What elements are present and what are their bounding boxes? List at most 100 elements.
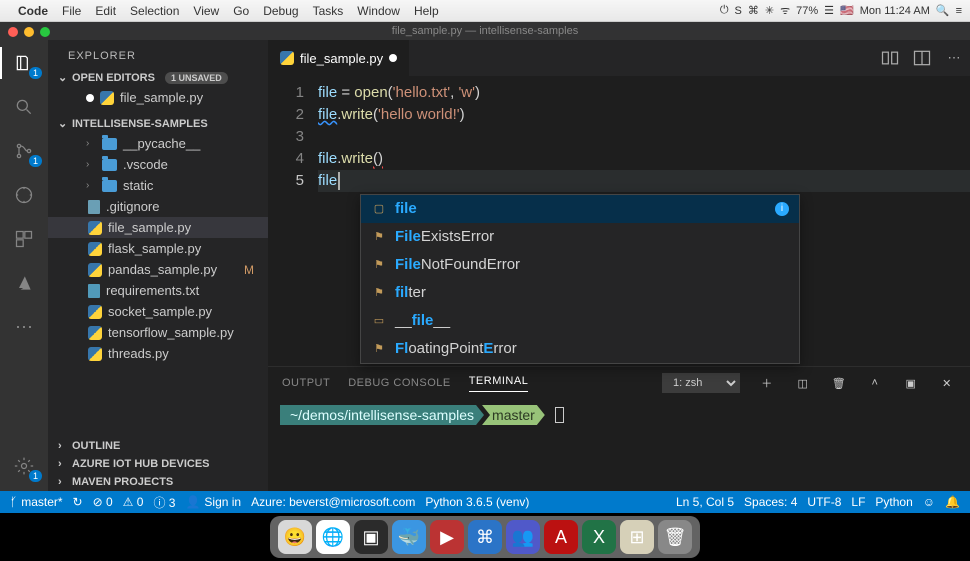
file-item[interactable]: tensorflow_sample.py [48, 322, 268, 343]
suggest-item[interactable]: ⚑FloatingPointError [361, 335, 799, 363]
menu-window[interactable]: Window [357, 4, 400, 18]
menubar-status-6[interactable]: ☰ [824, 4, 834, 17]
menubar-battery[interactable]: 77% [796, 5, 818, 17]
folder-item[interactable]: ›static [48, 175, 268, 196]
compare-changes-icon[interactable] [874, 40, 906, 76]
file-item[interactable]: requirements.txt [48, 280, 268, 301]
suggest-item[interactable]: ⚑FileNotFoundError [361, 251, 799, 279]
file-item[interactable]: .gitignore [48, 196, 268, 217]
menu-tasks[interactable]: Tasks [313, 4, 344, 18]
close-panel-button[interactable]: ✕ [938, 377, 956, 390]
suggest-item[interactable]: ⚑FileExistsError [361, 223, 799, 251]
app-menu[interactable]: Code [18, 4, 48, 18]
dock-app-icon[interactable]: 👥 [506, 520, 540, 554]
zoom-window-button[interactable] [40, 27, 50, 37]
status-feedback-icon[interactable]: ☺ [923, 495, 935, 509]
menu-view[interactable]: View [193, 4, 219, 18]
maven-section[interactable]: ›MAVEN PROJECTS [48, 473, 268, 491]
menubar-wifi-icon[interactable]: ᯤ [780, 3, 790, 18]
dock-app-icon[interactable]: ⌘ [468, 520, 502, 554]
menu-file[interactable]: File [62, 4, 81, 18]
editor-body[interactable]: 12345 file = open('hello.txt', 'w')file.… [268, 76, 970, 366]
activity-search[interactable] [11, 94, 37, 120]
editor-tab[interactable]: file_sample.py [268, 40, 410, 76]
menu-go[interactable]: Go [233, 4, 249, 18]
menu-debug[interactable]: Debug [263, 4, 298, 18]
menubar-status-1[interactable]: S [735, 5, 742, 17]
new-terminal-button[interactable]: ＋ [758, 375, 776, 391]
status-azure[interactable]: Azure: beverst@microsoft.com [251, 495, 415, 509]
dock-app-icon[interactable]: 🌐 [316, 520, 350, 554]
activity-extensions[interactable] [11, 226, 37, 252]
status-encoding[interactable]: UTF-8 [807, 495, 841, 509]
panel-tab-output[interactable]: OUTPUT [282, 377, 330, 389]
terminal-select[interactable]: 1: zsh [662, 373, 740, 393]
kill-terminal-button[interactable]: 🗑 [830, 377, 848, 390]
azure-iot-section[interactable]: ›AZURE IOT HUB DEVICES [48, 455, 268, 473]
status-cursor-pos[interactable]: Ln 5, Col 5 [676, 495, 734, 509]
status-indent[interactable]: Spaces: 4 [744, 495, 797, 509]
menubar-status-10[interactable]: ≡ [956, 5, 962, 17]
intellisense-popup[interactable]: ▢filei⚑FileExistsError⚑FileNotFoundError… [360, 194, 800, 364]
suggest-item[interactable]: ▢filei [361, 195, 799, 223]
activity-more[interactable]: ⋯ [11, 314, 37, 340]
status-eol[interactable]: LF [851, 495, 865, 509]
menubar-flag-icon[interactable]: 🇺🇸 [840, 4, 854, 17]
panel-tab-terminal[interactable]: TERMINAL [469, 375, 529, 392]
maximize-panel-button[interactable]: ▣ [902, 377, 920, 390]
menubar-spotlight-icon[interactable]: 🔍 [936, 4, 950, 17]
file-item[interactable]: threads.py [48, 343, 268, 364]
open-editor-item[interactable]: file_sample.py [48, 87, 268, 108]
minimize-window-button[interactable] [24, 27, 34, 37]
activity-azure[interactable] [11, 270, 37, 296]
split-editor-icon[interactable] [906, 40, 938, 76]
open-editors-header[interactable]: ⌄ OPEN EDITORS 1 UNSAVED [48, 68, 268, 87]
dock-app-icon[interactable]: A [544, 520, 578, 554]
split-terminal-button[interactable]: ◫ [794, 377, 812, 390]
file-item[interactable]: file_sample.py [48, 217, 268, 238]
menu-selection[interactable]: Selection [130, 4, 179, 18]
menubar-status-2[interactable]: ⌘ [748, 4, 759, 17]
activity-scm[interactable]: 1 [11, 138, 37, 164]
suggest-item[interactable]: ⚑filter [361, 279, 799, 307]
folder-item[interactable]: ›__pycache__ [48, 133, 268, 154]
menubar-status-0[interactable]: ⏻ [720, 4, 729, 17]
dock-app-icon[interactable]: ⊞ [620, 520, 654, 554]
panel-tab-debug[interactable]: DEBUG CONSOLE [348, 377, 450, 389]
status-python[interactable]: Python 3.6.5 (venv) [425, 495, 529, 509]
panel-up-icon[interactable]: ˄ [866, 377, 884, 389]
status-signin[interactable]: 👤 Sign in [185, 495, 241, 509]
status-errors[interactable]: ⊘ 0 [93, 495, 113, 509]
menu-help[interactable]: Help [414, 4, 439, 18]
code-area[interactable]: file = open('hello.txt', 'w')file.write(… [318, 76, 970, 366]
activity-debug[interactable] [11, 182, 37, 208]
info-icon[interactable]: i [775, 202, 789, 216]
menu-edit[interactable]: Edit [95, 4, 116, 18]
activity-settings[interactable]: 1 [11, 453, 37, 479]
menubar-status-3[interactable]: ✳ [765, 4, 774, 17]
status-sync[interactable]: ↻ [73, 495, 83, 509]
folder-item[interactable]: ›.vscode [48, 154, 268, 175]
outline-section[interactable]: ›OUTLINE [48, 437, 268, 455]
dock-app-icon[interactable]: 🐳 [392, 520, 426, 554]
status-lang[interactable]: Python [875, 495, 912, 509]
more-actions-icon[interactable]: ⋯ [938, 40, 970, 76]
minimap[interactable] [910, 76, 970, 366]
dock-app-icon[interactable]: ▶ [430, 520, 464, 554]
status-bell-icon[interactable]: 🔔 [945, 495, 960, 509]
dock-app-icon[interactable]: ▣ [354, 520, 388, 554]
close-window-button[interactable] [8, 27, 18, 37]
file-item[interactable]: socket_sample.py [48, 301, 268, 322]
file-item[interactable]: pandas_sample.pyM [48, 259, 268, 280]
dock-app-icon[interactable]: 😀 [278, 520, 312, 554]
status-info[interactable]: ⓘ 3 [153, 494, 175, 511]
terminal-body[interactable]: ~/demos/intellisense-samples master [268, 399, 970, 491]
file-item[interactable]: flask_sample.py [48, 238, 268, 259]
activity-explorer[interactable]: 1 [11, 50, 37, 76]
project-header[interactable]: ⌄ INTELLISENSE-SAMPLES [48, 114, 268, 133]
menubar-clock[interactable]: Mon 11:24 AM [860, 5, 930, 17]
dock-app-icon[interactable]: X [582, 520, 616, 554]
dock-app-icon[interactable]: 🗑 [658, 520, 692, 554]
status-warnings[interactable]: ⚠ 0 [123, 495, 144, 509]
status-branch[interactable]: ᚶ master* [10, 495, 63, 509]
